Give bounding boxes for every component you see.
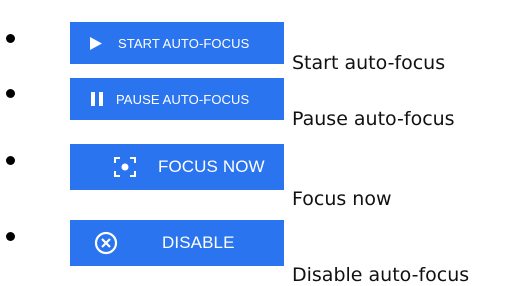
pause-auto-focus-caption: Pause auto-focus [292,108,455,130]
disable-caption: Disable auto-focus [292,264,470,286]
pause-auto-focus-label: PAUSE AUTO-FOCUS [116,91,250,107]
bullet [6,156,15,165]
list-item: DISABLE Disable auto-focus [0,220,511,286]
bullet [6,232,15,241]
focus-now-button[interactable]: FOCUS NOW [70,144,284,190]
play-icon [90,36,102,50]
bullet [6,89,15,98]
auto-focus-controls-list: START AUTO-FOCUS Start auto-focus PAUSE … [0,0,511,286]
list-item: START AUTO-FOCUS Start auto-focus [0,0,511,73]
start-auto-focus-label: START AUTO-FOCUS [118,35,250,51]
disable-button[interactable]: DISABLE [70,220,284,266]
focus-now-label: FOCUS NOW [158,157,265,176]
focus-target-icon [114,157,136,177]
list-item: FOCUS NOW Focus now [0,144,511,210]
focus-now-caption: Focus now [292,188,392,210]
pause-auto-focus-button[interactable]: PAUSE AUTO-FOCUS [70,78,284,120]
bullet [6,34,15,43]
start-auto-focus-caption: Start auto-focus [292,52,446,74]
disable-label: DISABLE [162,233,235,252]
pause-icon [90,92,104,106]
close-circle-icon [94,231,118,255]
start-auto-focus-button[interactable]: START AUTO-FOCUS [70,22,284,64]
list-item: PAUSE AUTO-FOCUS Pause auto-focus [0,78,511,148]
